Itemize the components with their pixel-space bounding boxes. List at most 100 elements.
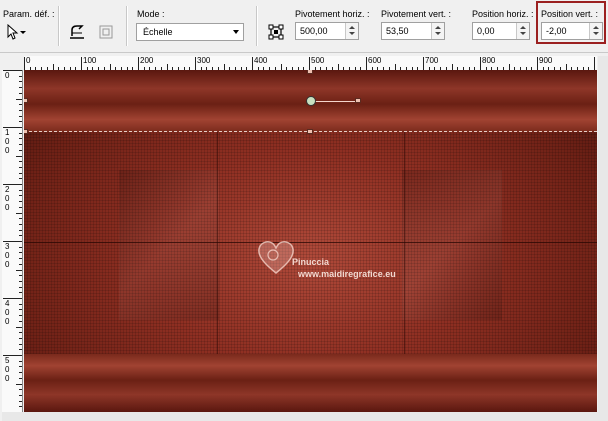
ruler-label: 0: [5, 137, 10, 146]
ruler-tick: [19, 81, 22, 83]
pivot-v-label: Pivotement vert. :: [381, 9, 452, 19]
pivot-v-spinner[interactable]: [431, 23, 444, 39]
ruler-label: 400: [254, 56, 268, 65]
pivot-h-spinner[interactable]: [345, 23, 358, 39]
ruler-label: 0: [5, 374, 10, 383]
ruler-label: 0: [5, 146, 10, 155]
transform-icon[interactable]: [268, 24, 284, 40]
ruler-tick: [19, 275, 22, 277]
ruler-tick: [252, 57, 253, 70]
mode-value: Échelle: [143, 27, 173, 37]
ruler-tick: [19, 263, 22, 265]
ruler-tick: [19, 92, 22, 94]
pivot-icon[interactable]: [306, 96, 316, 106]
ruler-tick: [480, 57, 481, 70]
pivot-h-label: Pivotement horiz. :: [295, 9, 370, 19]
watermark-url: www.maidiregrafice.eu: [298, 269, 396, 279]
horizontal-scrollbar[interactable]: [2, 412, 608, 421]
handle-bottom-left[interactable]: [24, 129, 28, 134]
ruler-tick: [19, 223, 22, 225]
ruler-tick: [423, 57, 424, 70]
ruler-tick: [16, 269, 22, 271]
handle-mid-left[interactable]: [24, 98, 28, 103]
ruler-tick: [19, 144, 22, 146]
ruler-tick: [366, 57, 367, 70]
grid-icon[interactable]: [98, 24, 114, 40]
watermark-name: Pinuccia: [292, 257, 330, 267]
ruler-tick: [19, 337, 22, 339]
horizontal-ruler: 0 100 200 300 400 500 600 700 800 900: [24, 56, 597, 71]
pos-v-spinner[interactable]: [589, 23, 602, 39]
ruler-tick: [19, 189, 22, 191]
ruler-tick: [19, 286, 22, 288]
divider-line-right: [404, 132, 405, 354]
ruler-tick: [16, 326, 22, 328]
pivot-h-value: 500,00: [300, 26, 328, 36]
ruler-tick: [19, 292, 22, 294]
grid-pattern: [24, 132, 597, 354]
ruler-tick: [19, 132, 22, 134]
ruler-tick: [19, 218, 22, 220]
handle-bottom-center[interactable]: [307, 129, 313, 134]
ruler-tick: [19, 195, 22, 197]
bottom-band: [24, 354, 597, 412]
ruler-label: 900: [539, 56, 553, 65]
ruler-tick: [19, 315, 22, 317]
ruler-label: 5: [5, 356, 10, 365]
ruler-tick: [19, 360, 22, 362]
ruler-tick: [19, 104, 22, 106]
ruler-tick: [19, 161, 22, 163]
ruler-tick: [19, 280, 22, 282]
left-panel: [119, 170, 219, 320]
ruler-tick: [19, 166, 22, 168]
vertical-scrollbar[interactable]: [598, 56, 608, 412]
ruler-tick: [19, 309, 22, 311]
ruler-label: 1: [5, 128, 10, 137]
ruler-tick: [19, 349, 22, 351]
ruler-label: 0: [5, 251, 10, 260]
image-canvas[interactable]: Pinuccia www.maidiregrafice.eu: [24, 70, 597, 412]
pos-v-label: Position vert. :: [541, 9, 599, 19]
horizon-line: [24, 242, 597, 243]
ruler-tick: [19, 400, 22, 402]
handle-top-center[interactable]: [307, 70, 313, 74]
tool-options-bar: Param. déf. : Mode : Échelle Pivotement …: [0, 0, 608, 53]
rotation-handle[interactable]: [355, 98, 361, 103]
ruler-tick: [19, 109, 22, 111]
ruler-tick: [19, 121, 22, 123]
pos-v-field[interactable]: -2,00: [541, 22, 603, 40]
ruler-tick: [19, 389, 22, 391]
right-panel: [402, 170, 502, 320]
ruler-label: 700: [425, 56, 439, 65]
ruler-label: 0: [5, 365, 10, 374]
pivot-h-field[interactable]: 500,00: [295, 22, 359, 40]
pivot-v-field[interactable]: 53,50: [381, 22, 445, 40]
ruler-label: 4: [5, 299, 10, 308]
ruler-label: 2: [5, 185, 10, 194]
ruler-tick: [19, 229, 22, 231]
ruler-label: 0: [5, 260, 10, 269]
pos-v-value: -2,00: [546, 26, 567, 36]
ruler-tick: [19, 87, 22, 89]
ruler-tick: [19, 303, 22, 305]
deform-tool-icon[interactable]: [68, 24, 86, 40]
mode-select[interactable]: Échelle: [136, 23, 244, 41]
ruler-tick: [19, 235, 22, 237]
ruler-tick: [19, 366, 22, 368]
pivot-v-value: 53,50: [386, 26, 409, 36]
ruler-label: 300: [197, 56, 211, 65]
ruler-tick: [19, 201, 22, 203]
ruler-tick: [16, 98, 22, 100]
pick-tool-icon[interactable]: [5, 23, 27, 40]
ruler-tick: [309, 57, 310, 70]
ruler-tick: [19, 377, 22, 379]
ruler-tick: [81, 57, 82, 70]
ruler-tick: [19, 332, 22, 334]
pos-h-field[interactable]: 0,00: [472, 22, 530, 40]
pos-h-value: 0,00: [477, 26, 495, 36]
ruler-tick: [19, 252, 22, 254]
ruler-label: 0: [5, 203, 10, 212]
ruler-label: 0: [5, 308, 10, 317]
ruler-tick: [19, 172, 22, 174]
pos-h-spinner[interactable]: [516, 23, 529, 39]
